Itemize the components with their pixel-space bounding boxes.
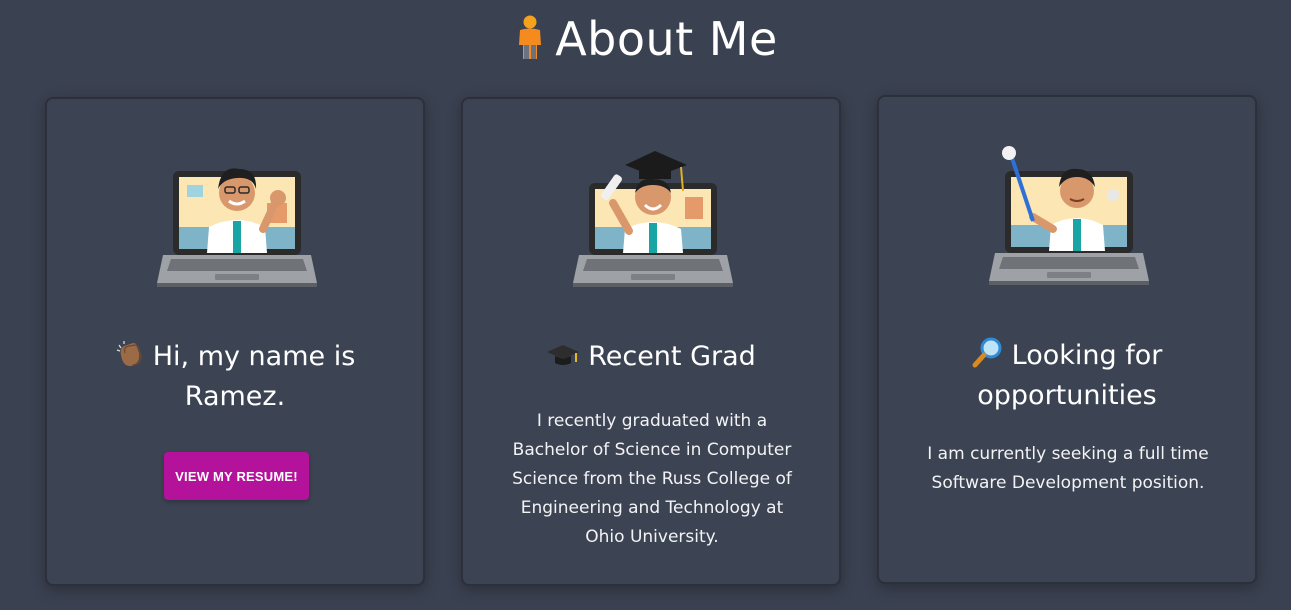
bitmoji-waving-image [157,168,317,287]
opportunities-card: Looking for opportunities I am currently… [877,95,1257,584]
opportunities-description: I am currently seeking a full time Softw… [927,444,1209,493]
recent-grad-description: I recently graduated with a Bachelor of … [512,411,792,547]
graduation-cap-icon [546,343,580,379]
magnifying-glass-icon [972,336,1004,378]
view-resume-button[interactable]: VIEW MY RESUME! [164,452,309,500]
opportunities-heading: Looking for opportunities [899,336,1235,414]
bitmoji-graduate-image [573,151,733,287]
recent-grad-card: Recent Grad I recently graduated with a … [461,97,841,586]
page-title: About Me [0,12,1291,66]
intro-heading-text: Hi, my name is Ramez. [152,341,356,412]
person-emoji-icon [519,15,542,59]
intro-card: Hi, my name is Ramez. VIEW MY RESUME! [45,97,425,586]
clapping-hands-icon [115,339,145,379]
intro-heading: Hi, my name is Ramez. [67,339,403,415]
opportunities-heading-text: Looking for opportunities [977,340,1163,411]
recent-grad-heading: Recent Grad [483,339,819,379]
bitmoji-pointer-image [989,146,1149,285]
recent-grad-heading-text: Recent Grad [588,341,756,372]
page-title-text: About Me [555,12,778,66]
